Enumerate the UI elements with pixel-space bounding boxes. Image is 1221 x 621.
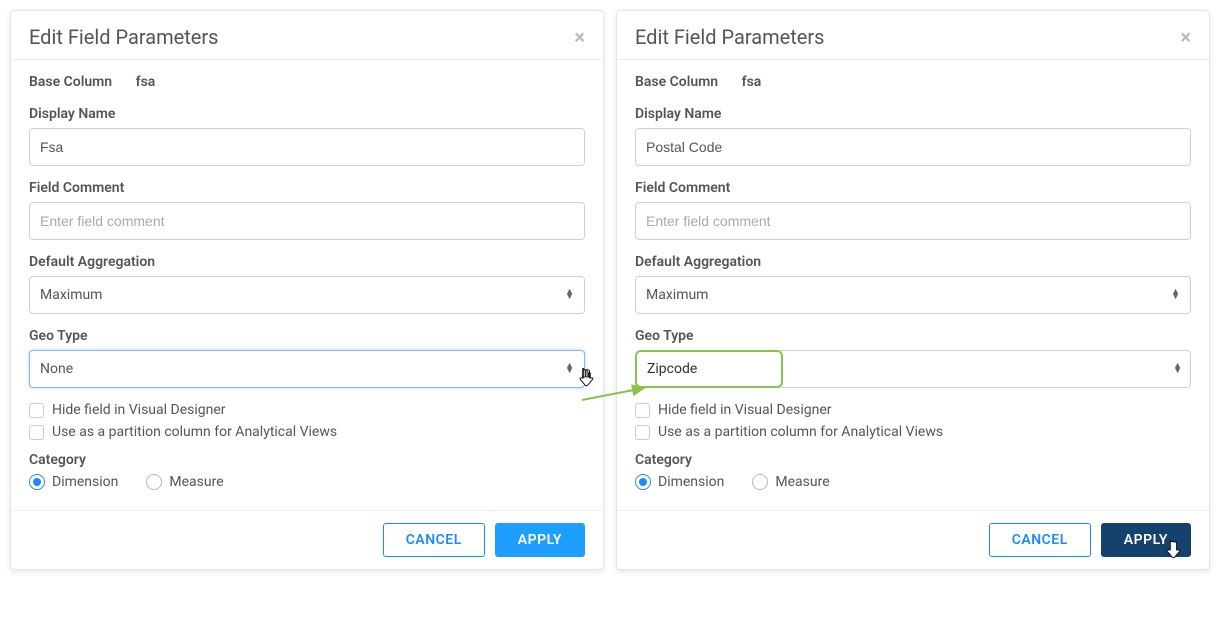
radio-dimension-label: Dimension xyxy=(52,474,118,490)
apply-button[interactable]: APPLY xyxy=(1101,523,1191,557)
radio-measure-label: Measure xyxy=(775,474,829,490)
category-label: Category xyxy=(635,452,1191,468)
sort-icon: ▲▼ xyxy=(565,290,574,300)
radio-dimension[interactable]: Dimension xyxy=(29,474,118,490)
modal-header: Edit Field Parameters × xyxy=(11,11,603,60)
hide-field-checkbox-row[interactable]: Hide field in Visual Designer xyxy=(635,402,1191,418)
base-column-label: Base Column xyxy=(29,74,112,90)
cancel-button[interactable]: CANCEL xyxy=(989,523,1091,557)
sort-icon: ▲▼ xyxy=(1171,290,1180,300)
default-aggregation-select[interactable]: Maximum ▲▼ xyxy=(29,276,585,314)
default-aggregation-value: Maximum xyxy=(646,287,708,303)
display-name-input[interactable] xyxy=(635,128,1191,166)
apply-button[interactable]: APPLY xyxy=(495,523,585,557)
category-label: Category xyxy=(29,452,585,468)
partition-checkbox-row[interactable]: Use as a partition column for Analytical… xyxy=(635,424,1191,440)
radio-measure[interactable]: Measure xyxy=(752,474,829,490)
radio-icon xyxy=(635,474,651,490)
default-aggregation-label: Default Aggregation xyxy=(29,254,585,270)
field-comment-label: Field Comment xyxy=(29,180,585,196)
base-column-row: Base Column fsa xyxy=(635,74,1191,90)
radio-measure[interactable]: Measure xyxy=(146,474,223,490)
partition-label: Use as a partition column for Analytical… xyxy=(52,424,337,440)
hide-field-label: Hide field in Visual Designer xyxy=(52,402,226,418)
sort-icon: ▲▼ xyxy=(1173,364,1182,374)
modal-header: Edit Field Parameters × xyxy=(617,11,1209,60)
display-name-label: Display Name xyxy=(29,106,585,122)
checkbox-icon xyxy=(29,403,44,418)
display-name-label: Display Name xyxy=(635,106,1191,122)
field-comment-input[interactable] xyxy=(635,202,1191,240)
hide-field-checkbox-row[interactable]: Hide field in Visual Designer xyxy=(29,402,585,418)
default-aggregation-select[interactable]: Maximum ▲▼ xyxy=(635,276,1191,314)
field-comment-input[interactable] xyxy=(29,202,585,240)
base-column-label: Base Column xyxy=(635,74,718,90)
display-name-input[interactable] xyxy=(29,128,585,166)
radio-icon xyxy=(29,474,45,490)
radio-dimension-label: Dimension xyxy=(658,474,724,490)
hide-field-label: Hide field in Visual Designer xyxy=(658,402,832,418)
geo-type-label: Geo Type xyxy=(29,328,585,344)
close-icon[interactable]: × xyxy=(574,27,585,47)
checkbox-icon xyxy=(29,425,44,440)
partition-label: Use as a partition column for Analytical… xyxy=(658,424,943,440)
geo-type-select[interactable]: None ▲▼ xyxy=(29,350,585,388)
field-comment-label: Field Comment xyxy=(635,180,1191,196)
geo-type-highlight: Zipcode xyxy=(635,350,783,388)
radio-measure-label: Measure xyxy=(169,474,223,490)
geo-type-value: Zipcode xyxy=(647,361,697,377)
sort-icon: ▲▼ xyxy=(565,364,574,374)
geo-type-label: Geo Type xyxy=(635,328,1191,344)
modal-title: Edit Field Parameters xyxy=(29,25,219,49)
checkbox-icon xyxy=(635,425,650,440)
close-icon[interactable]: × xyxy=(1180,27,1191,47)
edit-field-modal-before: Edit Field Parameters × Base Column fsa … xyxy=(10,10,604,570)
checkbox-icon xyxy=(635,403,650,418)
edit-field-modal-after: Edit Field Parameters × Base Column fsa … xyxy=(616,10,1210,570)
radio-dimension[interactable]: Dimension xyxy=(635,474,724,490)
default-aggregation-label: Default Aggregation xyxy=(635,254,1191,270)
modal-title: Edit Field Parameters xyxy=(635,25,825,49)
partition-checkbox-row[interactable]: Use as a partition column for Analytical… xyxy=(29,424,585,440)
geo-type-select[interactable]: Zipcode ▲▼ xyxy=(635,350,1191,388)
base-column-row: Base Column fsa xyxy=(29,74,585,90)
default-aggregation-value: Maximum xyxy=(40,287,102,303)
radio-icon xyxy=(146,474,162,490)
base-column-value: fsa xyxy=(742,74,762,90)
cancel-button[interactable]: CANCEL xyxy=(383,523,485,557)
geo-type-value: None xyxy=(40,361,73,377)
base-column-value: fsa xyxy=(136,74,156,90)
radio-icon xyxy=(752,474,768,490)
